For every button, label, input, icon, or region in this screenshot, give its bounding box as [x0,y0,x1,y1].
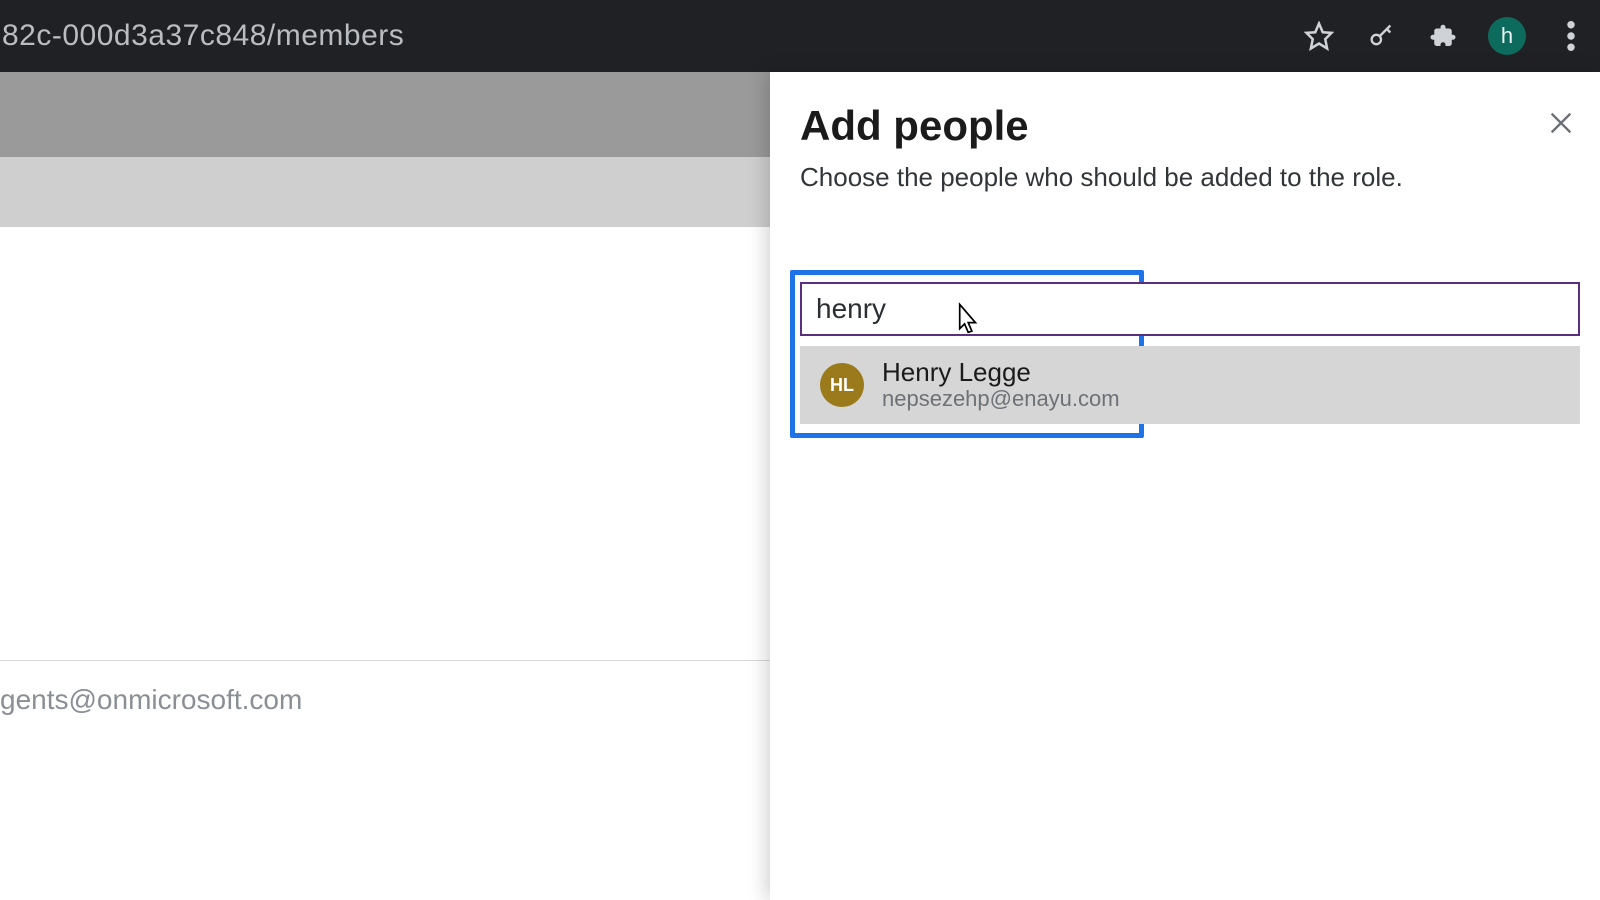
background-page-dimmed: gents@onmicrosoft.com [0,72,770,900]
people-search-input[interactable] [800,282,1580,336]
suggestion-text: Henry Legge nepsezehp@enayu.com [882,358,1120,413]
browser-profile-avatar[interactable]: h [1488,17,1526,55]
panel-subtitle: Choose the people who should be added to… [800,162,1403,193]
address-bar-fragment[interactable]: 82c-000d3a37c848/members [0,19,404,53]
browser-menu-kebab-icon[interactable] [1554,19,1588,53]
close-panel-button[interactable] [1540,102,1582,144]
suggestion-avatar: HL [820,363,864,407]
background-subheader-band [0,157,770,227]
background-email-text: gents@onmicrosoft.com [0,684,302,716]
panel-title: Add people [800,102,1029,150]
add-people-panel: Add people Choose the people who should … [770,72,1600,900]
background-divider [0,660,770,661]
bookmark-star-icon[interactable] [1302,19,1336,53]
suggestion-email: nepsezehp@enayu.com [882,386,1120,412]
people-suggestion-row[interactable]: HL Henry Legge nepsezehp@enayu.com [800,346,1580,424]
close-icon [1547,109,1575,137]
password-key-icon[interactable] [1364,19,1398,53]
browser-toolbar: h [1302,0,1588,72]
extensions-puzzle-icon[interactable] [1426,19,1460,53]
suggestion-name: Henry Legge [882,358,1120,387]
browser-chrome: 82c-000d3a37c848/members h [0,0,1600,72]
background-header-band [0,72,770,157]
